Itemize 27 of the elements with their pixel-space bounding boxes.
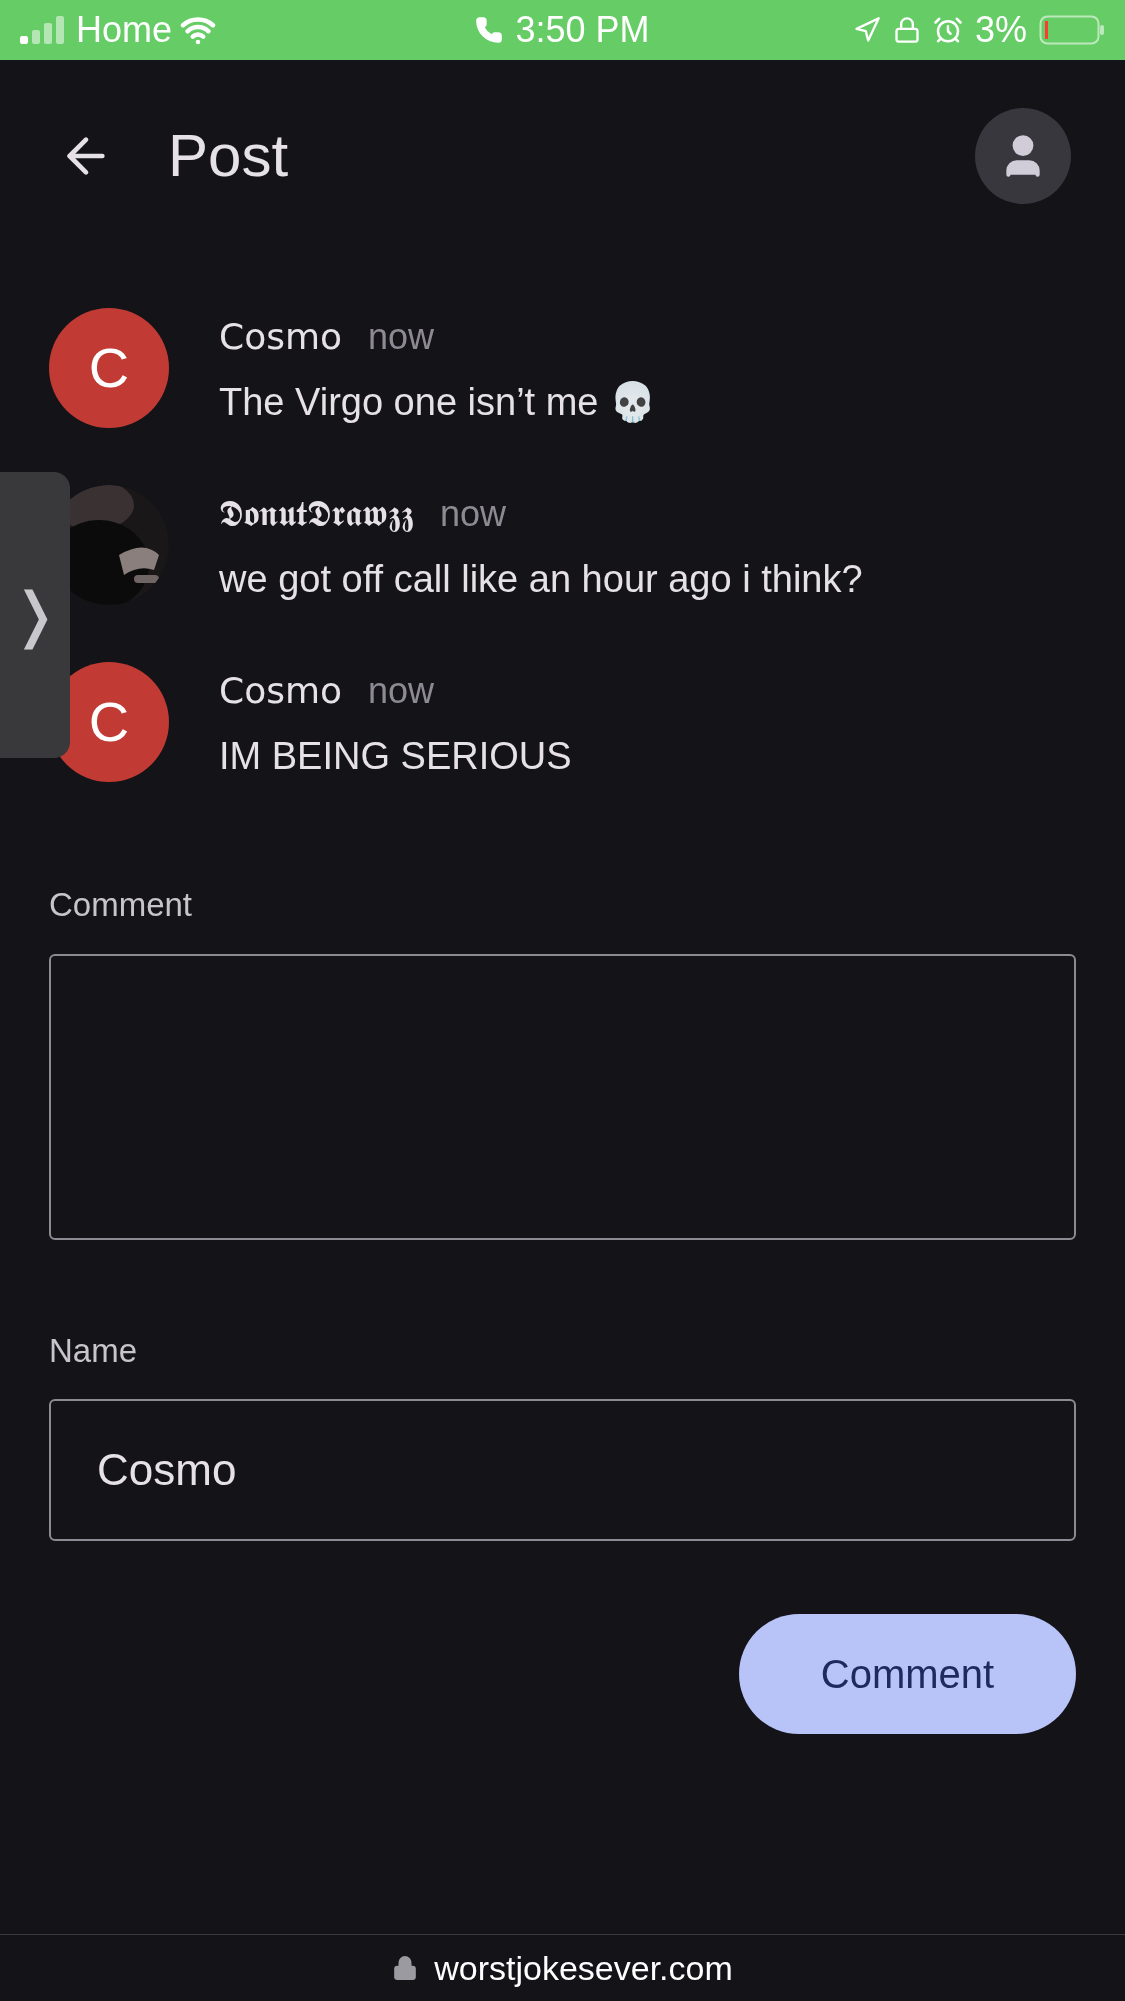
comment-author: Cosmo — [219, 315, 342, 359]
battery-icon — [1039, 15, 1105, 45]
avatar: C — [49, 308, 169, 428]
phone-icon — [475, 16, 504, 44]
comment-author: 𝕯𝖔𝖓𝖚𝖙𝕯𝖗𝖆𝖜𝖟𝖟 — [219, 492, 414, 536]
alarm-icon — [933, 15, 963, 45]
field-label: Comment — [49, 885, 194, 925]
url-text[interactable]: worstjokesever.com — [434, 1942, 733, 1994]
comment-text: The Virgo one isn’t me 💀 — [219, 380, 657, 425]
page-title: Post — [168, 121, 290, 191]
comment-time: now — [368, 315, 435, 359]
location-icon — [853, 16, 881, 44]
carrier-name: Home — [76, 8, 173, 52]
clock: 3:50 PM — [515, 8, 650, 52]
comment-time: now — [368, 669, 435, 713]
rotation-lock-icon — [893, 16, 921, 44]
comment-text: we got off call like an hour ago i think? — [219, 557, 863, 602]
side-panel-tab[interactable]: ❭ — [0, 472, 70, 758]
battery-percent: 3% — [975, 8, 1027, 52]
comment-text: IM BEING SERIOUS — [219, 734, 572, 779]
comment-button[interactable]: Comment — [739, 1614, 1076, 1734]
lock-icon — [392, 1955, 419, 1981]
comment-field[interactable] — [49, 953, 1076, 1240]
comment-author: Cosmo — [219, 669, 342, 713]
comment-time: now — [440, 492, 507, 536]
name-field[interactable]: Cosmo — [49, 1399, 1076, 1541]
field-label: Name — [49, 1330, 139, 1371]
